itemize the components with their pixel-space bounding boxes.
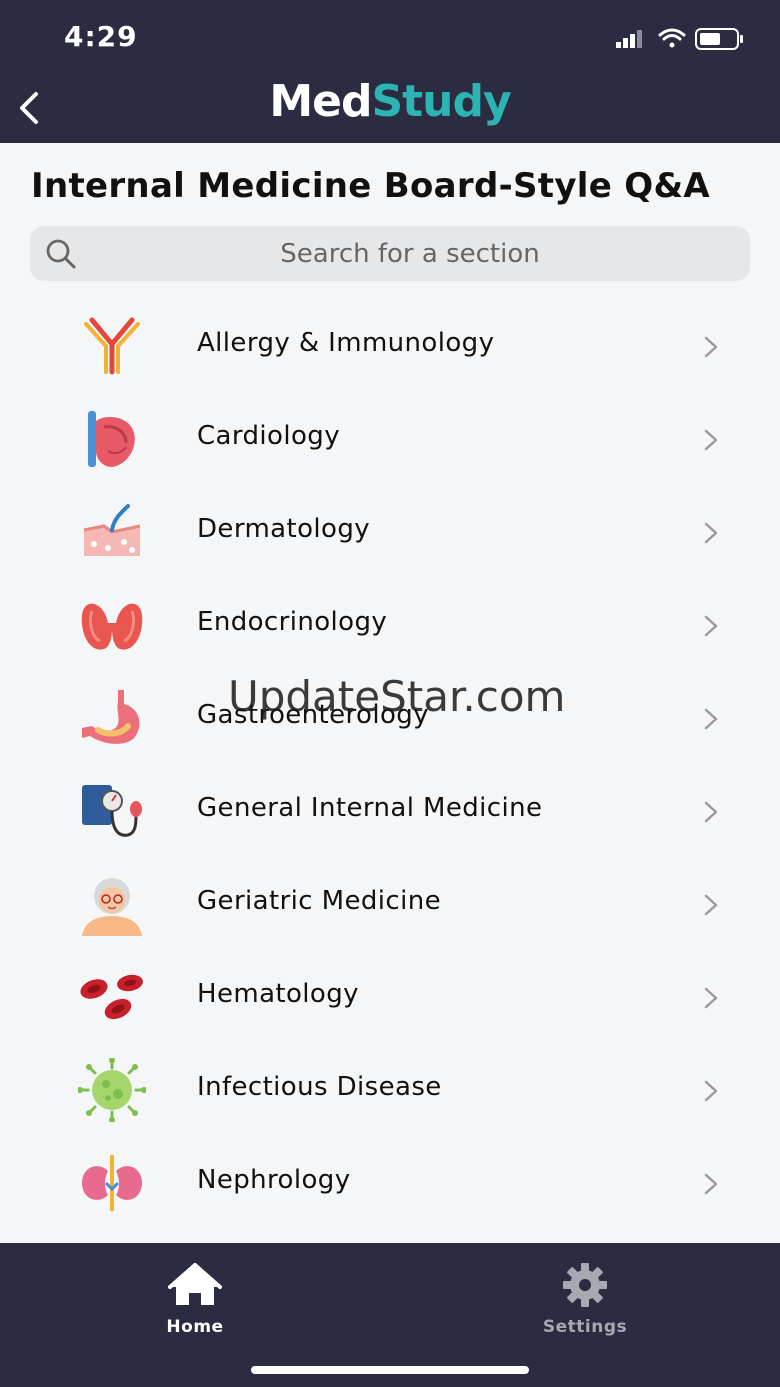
section-label: Allergy & Immunology — [197, 328, 495, 358]
kidneys-icon — [82, 1155, 142, 1211]
chevron-right-icon — [704, 708, 718, 730]
section-label: Infectious Disease — [197, 1072, 442, 1102]
tab-home[interactable]: Home — [115, 1261, 275, 1337]
app-header: 4:29 MedStudy — [0, 0, 780, 143]
signal-icon — [616, 30, 642, 48]
chevron-right-icon — [704, 336, 718, 358]
chevron-right-icon — [704, 522, 718, 544]
search-icon — [46, 239, 76, 269]
red-blood-cells-icon — [80, 974, 143, 1020]
tab-home-label: Home — [166, 1317, 224, 1337]
section-row[interactable]: General Internal Medicine — [0, 765, 780, 858]
section-row[interactable]: Endocrinology — [0, 579, 780, 672]
blood-pressure-cuff-icon — [82, 785, 142, 837]
stomach-icon — [82, 690, 140, 744]
section-label: Endocrinology — [197, 607, 388, 637]
chevron-right-icon — [704, 615, 718, 637]
elderly-woman-icon — [82, 878, 142, 936]
section-label: Geriatric Medicine — [197, 886, 442, 916]
thyroid-icon — [81, 603, 143, 650]
search-input[interactable] — [90, 226, 730, 281]
section-row[interactable]: Allergy & Immunology — [0, 300, 780, 393]
chevron-right-icon — [704, 894, 718, 916]
logo-text-study: Study — [371, 76, 511, 127]
section-row[interactable]: Infectious Disease — [0, 1044, 780, 1137]
virus-icon — [78, 1058, 146, 1122]
gear-icon — [563, 1263, 607, 1307]
section-label: Cardiology — [197, 421, 340, 451]
chevron-right-icon — [704, 1173, 718, 1195]
battery-icon — [695, 28, 743, 50]
tab-bar: Home Settings — [0, 1243, 780, 1387]
antibody-icon — [84, 317, 140, 375]
section-label: Nephrology — [197, 1165, 351, 1195]
medstudy-logo: MedStudy — [0, 76, 780, 127]
section-label: Hematology — [197, 979, 359, 1009]
tab-settings-label: Settings — [542, 1317, 628, 1337]
tab-settings[interactable]: Settings — [505, 1261, 665, 1337]
wifi-icon — [658, 28, 686, 48]
section-row[interactable]: Cardiology — [0, 393, 780, 486]
section-row[interactable]: Dermatology — [0, 486, 780, 579]
section-label: General Internal Medicine — [197, 793, 543, 823]
search-bar[interactable] — [30, 226, 750, 281]
watermark: UpdateStar.com — [228, 672, 566, 721]
chevron-right-icon — [704, 429, 718, 451]
chevron-right-icon — [704, 987, 718, 1009]
logo-text-med: Med — [269, 76, 372, 127]
skin-layer-icon — [83, 504, 141, 556]
status-time: 4:29 — [64, 20, 138, 53]
page-title: Internal Medicine Board-Style Q&A — [31, 166, 711, 206]
home-indicator — [251, 1366, 529, 1374]
chevron-right-icon — [704, 801, 718, 823]
section-row[interactable]: Nephrology — [0, 1137, 780, 1230]
status-icons — [616, 28, 743, 50]
heart-icon — [88, 411, 135, 467]
chevron-right-icon — [704, 1080, 718, 1102]
section-row[interactable]: Hematology — [0, 951, 780, 1044]
section-row[interactable]: Geriatric Medicine — [0, 858, 780, 951]
home-icon — [168, 1263, 222, 1305]
section-label: Dermatology — [197, 514, 371, 544]
